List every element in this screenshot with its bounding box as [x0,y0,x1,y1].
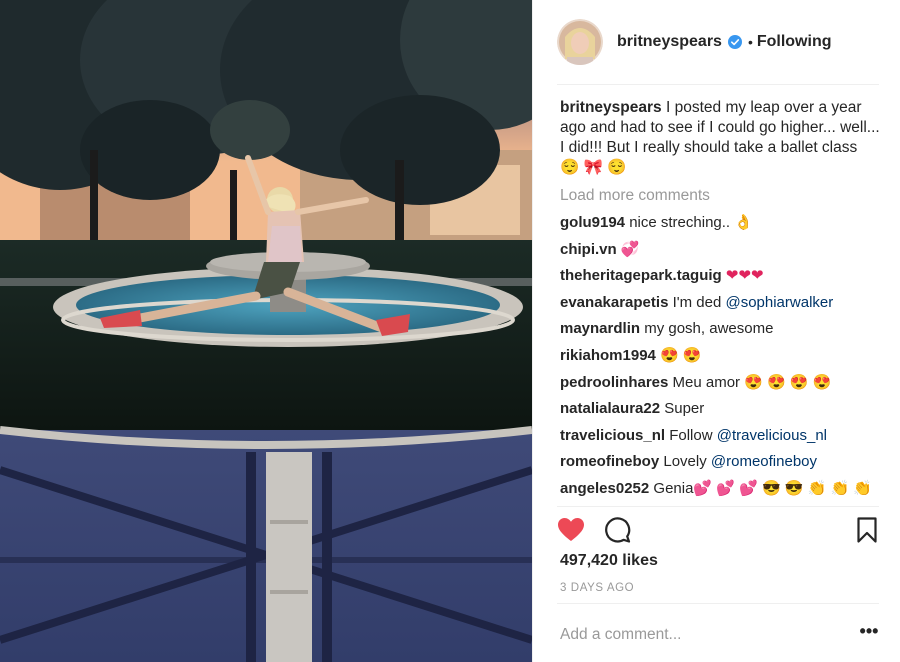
comment-username[interactable]: golu9194 [560,214,625,231]
likes-count[interactable]: 497,420 likes [560,552,658,570]
comment-item: rikiahom1994 😍 😍 [560,343,880,370]
comment-text: 💞 [620,240,640,258]
comment-item: natalialaura22 Super [560,396,880,423]
action-bar [557,514,879,546]
comments-section[interactable]: britneyspears I posted my leap over a ye… [560,98,880,503]
comment-username[interactable]: chipi.vn [560,241,617,258]
comment-text: nice streching.. 👌 [629,214,753,231]
comment-item: theheritagepark.taguig ❤❤❤ [560,263,880,290]
comment-text: 😍 😍 [660,346,702,364]
comment-item: angeles0252 Genia💕 💕 💕 😎 😎 👏 👏 👏 [560,476,880,503]
comment-text: I'm ded [672,293,726,311]
heart-filled-icon[interactable] [557,516,585,544]
comment-username[interactable]: pedroolinhares [560,374,668,391]
comment-item: evanakarapetis I'm ded @sophiarwalker [560,290,880,317]
verified-badge-icon [727,35,742,49]
comment-item: maynardlin my gosh, awesome [560,316,880,343]
comment-text: Genia💕 💕 💕 😎 😎 👏 👏 👏 [653,479,873,497]
comment-item: chipi.vn 💞 [560,237,880,264]
post-photo-image [0,0,532,662]
comment-username[interactable]: theheritagepark.taguig [560,267,722,284]
post-detail-panel: britneyspears • Following britneyspears … [532,0,900,662]
footer-divider [557,603,879,604]
load-more-comments-link[interactable]: Load more comments [560,186,880,206]
comment-username[interactable]: travelicious_nl [560,427,665,444]
add-comment-bar: ••• [557,618,879,652]
comment-text: my gosh, awesome [644,320,774,338]
username-link[interactable]: britneyspears [617,33,722,51]
header-divider [557,84,879,85]
post-timestamp: 3 DAYS AGO [560,582,635,594]
speech-bubble-icon[interactable] [603,516,631,544]
comment-username[interactable]: romeofineboy [560,453,659,470]
comment-mention-link[interactable]: @sophiarwalker [725,294,833,311]
comment-item: golu9194 nice streching.. 👌 [560,210,880,237]
comment-item: travelicious_nl Follow @travelicious_nl [560,423,880,450]
bookmark-icon[interactable] [853,516,881,544]
post-header: britneyspears • Following [557,18,879,66]
ellipsis-icon[interactable]: ••• [859,622,879,644]
avatar[interactable] [557,19,603,65]
comment-username[interactable]: evanakarapetis [560,294,668,311]
comment-item: romeofineboy Lovely @romeofineboy [560,449,880,476]
comment-list: golu9194 nice streching.. 👌 chipi.vn 💞 t… [560,210,880,503]
comment-text: Lovely [663,453,711,471]
comment-username[interactable]: angeles0252 [560,480,649,497]
comment-item: pedroolinhares Meu amor 😍 😍 😍 😍 [560,370,880,397]
post-caption: britneyspears I posted my leap over a ye… [560,98,880,178]
comment-text: Meu amor 😍 😍 😍 😍 [672,373,832,391]
post-photo[interactable] [0,0,532,662]
comment-username[interactable]: maynardlin [560,320,640,337]
separator-dot: • [747,34,753,50]
comment-mention-link[interactable]: @travelicious_nl [717,427,827,444]
comment-text: ❤❤❤ [725,267,764,285]
comment-text: Super [664,400,705,418]
following-button[interactable]: Following [757,33,832,51]
comment-text: Follow [669,426,717,444]
comment-username[interactable]: rikiahom1994 [560,347,656,364]
comments-divider [557,506,879,507]
comment-mention-link[interactable]: @romeofineboy [711,453,817,470]
comment-username[interactable]: natalialaura22 [560,400,660,417]
caption-username[interactable]: britneyspears [560,99,662,116]
add-comment-input[interactable] [557,626,847,644]
